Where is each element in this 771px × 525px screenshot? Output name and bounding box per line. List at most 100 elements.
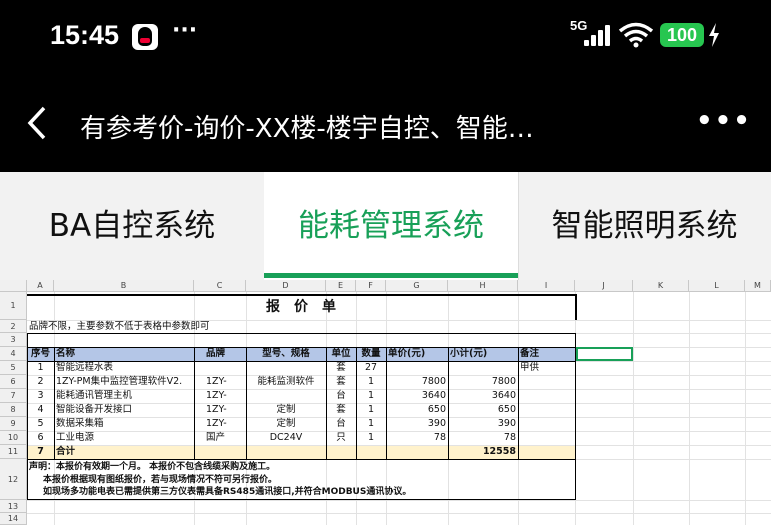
cell-remark[interactable]	[518, 431, 575, 445]
column-header[interactable]: D	[246, 280, 326, 292]
cell-unit[interactable]: 套	[326, 361, 356, 375]
row-header[interactable]: 3	[0, 333, 27, 347]
cell-subtotal[interactable]: 7800	[448, 375, 518, 389]
header-no[interactable]: 序号	[27, 347, 54, 361]
column-header[interactable]: L	[689, 280, 745, 292]
cell-price[interactable]: 650	[386, 403, 448, 417]
column-header[interactable]: E	[326, 280, 356, 292]
tab-ba-system[interactable]: BA自控系统	[0, 172, 265, 280]
cell-brand[interactable]	[194, 361, 246, 375]
cell-subtotal[interactable]: 650	[448, 403, 518, 417]
back-arrow-icon[interactable]	[26, 106, 48, 140]
cell-no[interactable]: 2	[27, 375, 54, 389]
selected-cell-j4[interactable]	[576, 347, 633, 361]
cell-price[interactable]: 78	[386, 431, 448, 445]
column-header[interactable]: J	[575, 280, 633, 292]
header-qty[interactable]: 数量	[356, 347, 386, 361]
cell-price[interactable]: 7800	[386, 375, 448, 389]
header-subtotal[interactable]: 小计(元)	[448, 347, 518, 361]
cell-no[interactable]: 6	[27, 431, 54, 445]
row-header[interactable]: 14	[0, 513, 27, 525]
column-header[interactable]: I	[518, 280, 575, 292]
header-model[interactable]: 型号、规格	[246, 347, 326, 361]
cell-model[interactable]: DC24V	[246, 431, 326, 445]
cell-remark[interactable]	[518, 389, 575, 403]
row-header[interactable]: 12	[0, 459, 27, 500]
cell-unit[interactable]: 套	[326, 403, 356, 417]
cell-subtotal[interactable]: 78	[448, 431, 518, 445]
cell-qty[interactable]: 27	[356, 361, 386, 375]
header-price[interactable]: 单价(元)	[386, 347, 448, 361]
row-header[interactable]: 6	[0, 375, 27, 389]
cell-name[interactable]: 数据采集箱	[54, 417, 194, 431]
row-header[interactable]: 1	[0, 292, 27, 320]
tab-smart-lighting[interactable]: 智能照明系统	[518, 172, 771, 280]
cell-model[interactable]	[246, 389, 326, 403]
cell-remark[interactable]	[518, 403, 575, 417]
column-header[interactable]: C	[194, 280, 246, 292]
cell-subtotal[interactable]: 3640	[448, 389, 518, 403]
row-header[interactable]: 5	[0, 361, 27, 375]
cell-brand[interactable]: 1ZY-	[194, 403, 246, 417]
cell-name[interactable]: 智能设备开发接口	[54, 403, 194, 417]
cell-price[interactable]: 390	[386, 417, 448, 431]
column-header[interactable]: H	[448, 280, 518, 292]
row-header[interactable]: 2	[0, 320, 27, 333]
tab-energy-management[interactable]: 能耗管理系统	[264, 172, 519, 280]
cell-unit[interactable]: 套	[326, 375, 356, 389]
row-header[interactable]: 9	[0, 417, 27, 431]
cell-unit[interactable]: 台	[326, 389, 356, 403]
cell-qty[interactable]: 1	[356, 431, 386, 445]
cell-brand[interactable]: 1ZY-	[194, 417, 246, 431]
cell-no[interactable]: 4	[27, 403, 54, 417]
cell-brand[interactable]: 国产	[194, 431, 246, 445]
cell-subtotal[interactable]: 390	[448, 417, 518, 431]
quote-note[interactable]: 品牌不限，主要参数不低于表格中参数即可	[27, 320, 427, 333]
cell-qty[interactable]: 1	[356, 417, 386, 431]
cell-model[interactable]: 能耗监测软件	[246, 375, 326, 389]
cell-brand[interactable]: 1ZY-	[194, 389, 246, 403]
quote-title[interactable]: 报 价 单	[27, 296, 575, 320]
cell-qty[interactable]: 1	[356, 389, 386, 403]
cell-name[interactable]: 工业电源	[54, 431, 194, 445]
row-header[interactable]: 7	[0, 389, 27, 403]
header-remark[interactable]: 备注	[518, 347, 575, 361]
cell-unit[interactable]: 台	[326, 417, 356, 431]
cell-remark[interactable]	[518, 375, 575, 389]
column-header[interactable]: F	[356, 280, 386, 292]
cell-unit[interactable]: 只	[326, 431, 356, 445]
cell-model[interactable]: 定制	[246, 403, 326, 417]
cell-name[interactable]: 智能远程水表	[54, 361, 194, 375]
column-header[interactable]: M	[745, 280, 771, 292]
cell-qty[interactable]: 1	[356, 403, 386, 417]
total-value[interactable]: 12558	[448, 445, 518, 459]
total-label[interactable]: 合计	[54, 445, 194, 459]
cell-no[interactable]: 3	[27, 389, 54, 403]
cell-brand[interactable]: 1ZY-	[194, 375, 246, 389]
cell-price[interactable]	[386, 361, 448, 375]
row-header[interactable]: 13	[0, 500, 27, 513]
column-header[interactable]: A	[27, 280, 54, 292]
column-header[interactable]: K	[633, 280, 689, 292]
cell-model[interactable]	[246, 361, 326, 375]
header-name[interactable]: 名称	[54, 347, 194, 361]
cell-name[interactable]: 1ZY-PM集中监控管理软件V2.	[54, 375, 194, 389]
cell-model[interactable]: 定制	[246, 417, 326, 431]
total-no[interactable]: 7	[27, 445, 54, 459]
cell-no[interactable]: 1	[27, 361, 54, 375]
more-options-icon[interactable]: •••	[696, 106, 752, 136]
row-header[interactable]: 8	[0, 403, 27, 417]
row-header[interactable]: 11	[0, 445, 27, 459]
row-header[interactable]: 4	[0, 347, 27, 361]
spreadsheet[interactable]: A B C D E F G H I J K L M 1 2 3 4 5 6 7 …	[0, 280, 771, 525]
cell-remark[interactable]	[518, 417, 575, 431]
cell-no[interactable]: 5	[27, 417, 54, 431]
row-header[interactable]: 10	[0, 431, 27, 445]
select-all-corner[interactable]	[0, 280, 27, 292]
cell-subtotal[interactable]	[448, 361, 518, 375]
header-unit[interactable]: 单位	[326, 347, 356, 361]
column-header[interactable]: G	[386, 280, 448, 292]
declaration-line[interactable]: 声明：本报价有效期一个月。 本报价不包含线缆采购及施工。	[27, 461, 575, 474]
cell-qty[interactable]: 1	[356, 375, 386, 389]
cell-remark[interactable]: 甲供	[518, 361, 575, 375]
